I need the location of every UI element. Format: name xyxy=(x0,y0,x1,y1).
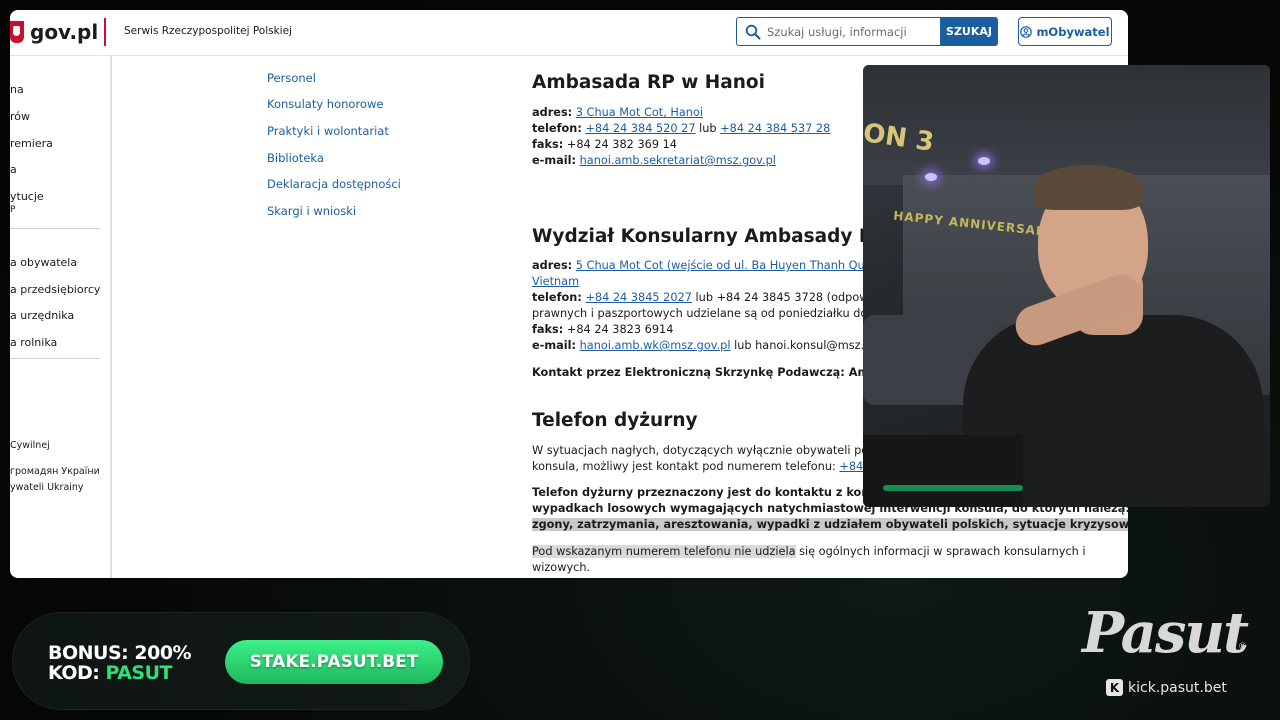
ceiling-light-icon xyxy=(925,173,937,181)
sidebar-item[interactable]: na xyxy=(10,83,24,96)
code-line: KOD: PASUT xyxy=(48,662,173,684)
nav-link-library[interactable]: Biblioteka xyxy=(267,151,324,165)
duty-phone-heading: Telefon dyżurny xyxy=(532,410,698,431)
sidebar-item-official[interactable]: a urzędnika xyxy=(10,309,74,322)
sidebar-item-farmer[interactable]: a rolnika xyxy=(10,336,57,349)
consular-fax: faks: +84 24 3823 6914 xyxy=(532,323,674,336)
sidebar-item-citizen[interactable]: a obywatela xyxy=(10,256,77,269)
embassy-heading: Ambasada RP w Hanoi xyxy=(532,72,765,93)
service-name: Serwis Rzeczypospolitej Polskiej xyxy=(124,25,292,37)
ceiling-light-icon xyxy=(978,157,990,165)
consular-phone-link[interactable]: +84 24 3845 2027 xyxy=(585,291,692,304)
embassy-phone: telefon: +84 24 384 520 27 lub +84 24 38… xyxy=(532,122,831,135)
embassy-address: adres: 3 Chua Mot Cot, Hanoi xyxy=(532,106,703,119)
nav-link-honorary-consulates[interactable]: Konsulaty honorowe xyxy=(267,97,383,111)
nav-link-internships[interactable]: Praktyki i wolontariat xyxy=(267,124,389,138)
embassy-address-link[interactable]: 3 Chua Mot Cot, Hanoi xyxy=(576,106,703,119)
kick-url[interactable]: kick.pasut.bet xyxy=(1128,680,1227,696)
sidebar-item-ukraine-pl[interactable]: ywateli Ukrainy xyxy=(10,482,84,493)
logo-divider xyxy=(104,18,106,46)
sidebar-item[interactable]: rów xyxy=(10,110,30,123)
embassy-phone1-link[interactable]: +84 24 384 520 27 xyxy=(585,122,695,135)
sidebar-divider xyxy=(10,358,100,359)
kick-icon: K xyxy=(1106,679,1123,696)
duty-paragraph-1-line2: konsula, możliwy jest kontakt pod numere… xyxy=(532,459,914,475)
embassy-email-link[interactable]: hanoi.amb.sekretariat@msz.gov.pl xyxy=(580,154,776,167)
epuap-contact: Kontakt przez Elektroniczną Skrzynkę Pod… xyxy=(532,366,920,379)
bonus-line: BONUS: 200% xyxy=(48,642,192,664)
nav-link-complaints[interactable]: Skargi i wnioski xyxy=(267,204,356,218)
govpl-logo[interactable]: gov.pl xyxy=(30,20,98,44)
duty-paragraph-3: Pod wskazanym numerem telefonu nie udzie… xyxy=(532,545,1086,558)
consular-address: adres: 5 Chua Mot Cot (wejście od ul. Ba… xyxy=(532,259,914,272)
nav-link-personel[interactable]: Personel xyxy=(267,71,316,85)
embassy-email: e-mail: hanoi.amb.sekretariat@msz.gov.pl xyxy=(532,154,776,167)
sidebar-item[interactable]: P xyxy=(10,205,15,215)
left-sidebar: na rów remiera a ytucje P a obywatela a … xyxy=(10,56,112,578)
stake-link-button[interactable]: STAKE.PASUT.BET xyxy=(225,640,443,684)
sidebar-item[interactable]: remiera xyxy=(10,137,53,150)
sidebar-divider xyxy=(10,228,100,229)
eagle-emblem-icon[interactable] xyxy=(10,21,24,43)
consular-email: e-mail: hanoi.amb.wk@msz.gov.pl lub hano… xyxy=(532,339,898,352)
nav-link-accessibility[interactable]: Deklaracja dostępności xyxy=(267,177,401,191)
sidebar-item-ukraine-ua[interactable]: громадян України xyxy=(10,466,100,477)
consular-email-link[interactable]: hanoi.amb.wk@msz.gov.pl xyxy=(580,339,731,352)
duty-paragraph-1: W sytuacjach nagłych, dotyczących wyłącz… xyxy=(532,444,917,457)
embassy-phone2-link[interactable]: +84 24 384 537 28 xyxy=(720,122,830,135)
duty-paragraph-3-line2: wizowych. xyxy=(532,561,591,574)
embassy-fax: faks: +84 24 382 369 14 xyxy=(532,138,677,151)
sidebar-item[interactable]: a xyxy=(10,163,17,176)
desk-glow xyxy=(883,485,1023,491)
sidebar-item[interactable]: Cywilnej xyxy=(10,440,50,451)
desk xyxy=(863,435,1023,507)
sidebar-item-business[interactable]: a przedsiębiorcy xyxy=(10,283,100,296)
duty-paragraph-2-line3: zgony, zatrzymania, aresztowania, wypadk… xyxy=(532,517,1128,533)
webcam-overlay: ON 3 HAPPY ANNIVERSARY xyxy=(863,65,1270,507)
pasut-logo: Pasut xyxy=(1082,600,1249,666)
consular-address-line2: Vietnam xyxy=(532,275,580,288)
registered-mark: ® xyxy=(1238,642,1247,652)
streamer-hair xyxy=(1033,165,1143,210)
sidebar-item[interactable]: ytucje xyxy=(10,190,44,203)
consular-hours: prawnych i paszportowych udzielane są od… xyxy=(532,307,906,320)
